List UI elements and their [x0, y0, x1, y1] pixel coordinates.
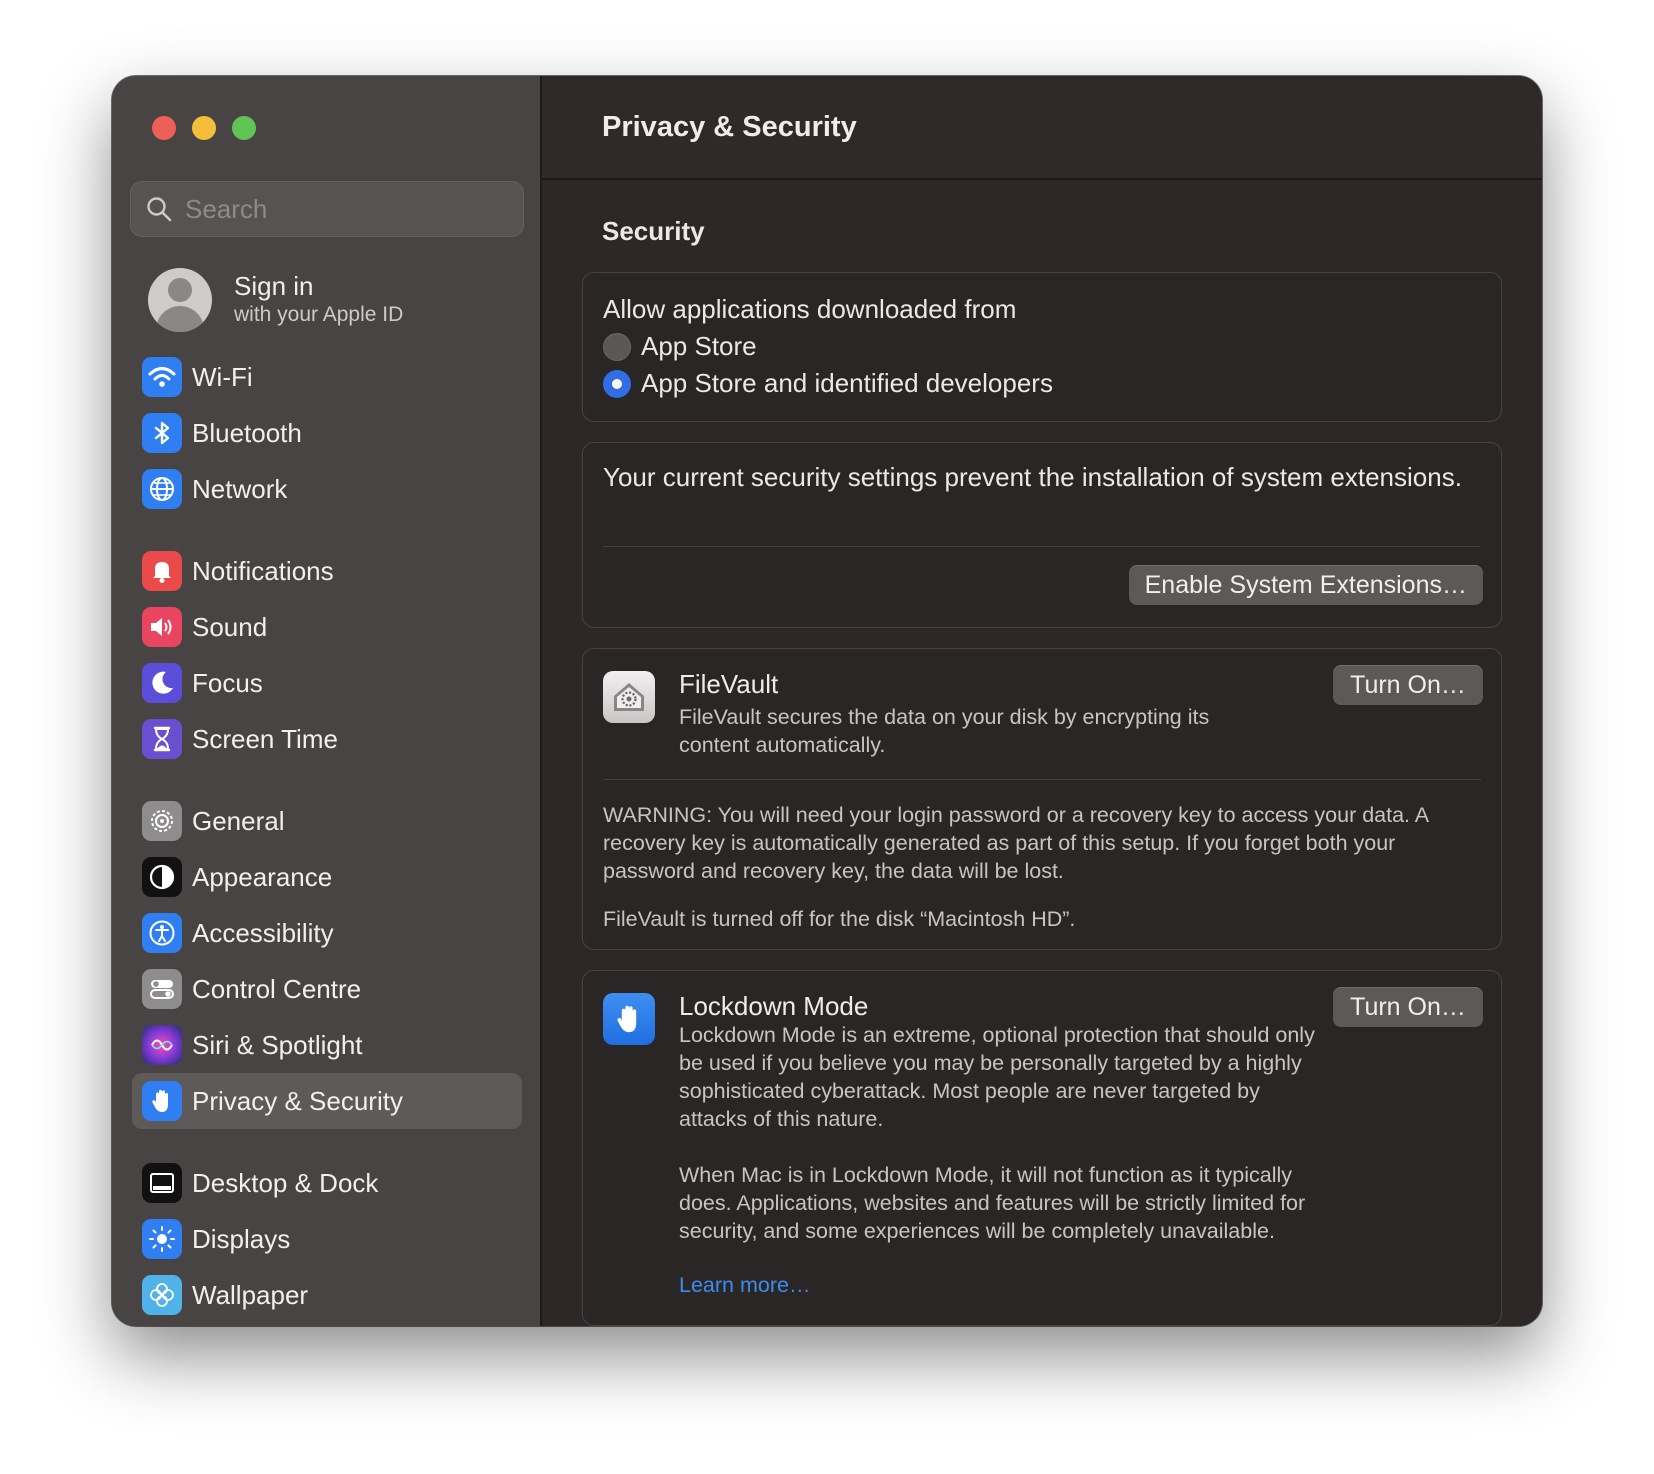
- dock-icon: [142, 1163, 182, 1203]
- sidebar-item-label: Privacy & Security: [192, 1085, 403, 1116]
- minimize-window-button[interactable]: [192, 116, 216, 140]
- sidebar-item-siri-spotlight[interactable]: Siri & Spotlight: [132, 1017, 522, 1073]
- radio-label: App Store: [641, 331, 757, 361]
- filevault-status: FileVault is turned off for the disk “Ma…: [603, 907, 1076, 931]
- system-extensions-card: Your current security settings prevent t…: [582, 442, 1502, 628]
- sidebar: Sign in with your Apple ID Wi-Fi Bluetoo…: [112, 76, 542, 1326]
- filevault-title: FileVault: [679, 669, 779, 699]
- lockdown-turn-on-button[interactable]: Turn On…: [1333, 987, 1483, 1027]
- sidebar-item-label: Wi-Fi: [192, 361, 253, 392]
- learn-more-link[interactable]: Learn more…: [679, 1273, 810, 1298]
- moon-icon: [142, 663, 182, 703]
- sidebar-item-label: Notifications: [192, 555, 334, 586]
- sidebar-item-network[interactable]: Network: [132, 461, 522, 517]
- hand-icon: [142, 1081, 182, 1121]
- enable-system-extensions-button[interactable]: Enable System Extensions…: [1128, 565, 1483, 605]
- sun-icon: [142, 1219, 182, 1259]
- sidebar-item-label: Control Centre: [192, 973, 362, 1004]
- apple-id-signin[interactable]: Sign in with your Apple ID: [148, 268, 403, 332]
- sidebar-item-label: Siri & Spotlight: [192, 1029, 363, 1060]
- hourglass-icon: [142, 719, 182, 759]
- divider: [603, 546, 1481, 547]
- lockdown-mode-description: Lockdown Mode is an extreme, optional pr…: [679, 1023, 1315, 1131]
- bluetooth-icon: [142, 413, 182, 453]
- radio-option-app-store[interactable]: App Store: [603, 331, 1481, 362]
- toolbar: Privacy & Security: [542, 76, 1542, 180]
- settings-window: Sign in with your Apple ID Wi-Fi Bluetoo…: [112, 76, 1542, 1326]
- signin-title: Sign in: [234, 271, 314, 301]
- filevault-card: FileVault FileVault secures the data on …: [582, 648, 1502, 950]
- sidebar-item-label: Network: [192, 473, 288, 504]
- appearance-icon: [142, 857, 182, 897]
- allow-apps-title: Allow applications downloaded from: [603, 294, 1017, 324]
- page-title: Privacy & Security: [602, 110, 857, 143]
- sidebar-item-control-centre[interactable]: Control Centre: [132, 961, 522, 1017]
- sidebar-item-displays[interactable]: Displays: [132, 1211, 522, 1267]
- toggles-icon: [142, 969, 182, 1009]
- flower-icon: [142, 1275, 182, 1315]
- sidebar-item-label: General: [192, 805, 285, 836]
- sidebar-item-wifi[interactable]: Wi-Fi: [132, 349, 522, 405]
- radio-button[interactable]: [603, 332, 631, 361]
- filevault-icon: [603, 671, 655, 723]
- system-extensions-message: Your current security settings prevent t…: [603, 462, 1462, 492]
- filevault-description: FileVault secures the data on your disk …: [679, 705, 1210, 757]
- accessibility-icon: [142, 913, 182, 953]
- search-icon: [147, 197, 172, 222]
- signin-subtitle: with your Apple ID: [234, 303, 404, 326]
- sidebar-item-label: Displays: [192, 1223, 291, 1254]
- close-window-button[interactable]: [152, 116, 176, 140]
- siri-icon: [142, 1025, 182, 1065]
- hand-icon: [603, 993, 655, 1045]
- radio-option-identified-developers[interactable]: App Store and identified developers: [603, 368, 1481, 399]
- sidebar-item-label: Bluetooth: [192, 417, 302, 448]
- lockdown-mode-card: Lockdown Mode Lockdown Mode is an extrem…: [582, 970, 1502, 1326]
- content-area: Security Allow applications downloaded f…: [582, 182, 1502, 1326]
- sidebar-item-notifications[interactable]: Notifications: [132, 543, 522, 599]
- sidebar-item-privacy-security[interactable]: Privacy & Security: [132, 1073, 522, 1129]
- globe-icon: [142, 469, 182, 509]
- search-input[interactable]: [185, 193, 505, 225]
- sidebar-item-label: Focus: [192, 667, 263, 698]
- bell-icon: [142, 551, 182, 591]
- sidebar-item-label: Accessibility: [192, 917, 334, 948]
- sidebar-item-appearance[interactable]: Appearance: [132, 849, 522, 905]
- radio-button-selected[interactable]: [603, 369, 631, 398]
- sidebar-item-label: Sound: [192, 611, 268, 642]
- zoom-window-button[interactable]: [232, 116, 256, 140]
- speaker-icon: [142, 607, 182, 647]
- sidebar-item-desktop-dock[interactable]: Desktop & Dock: [132, 1155, 522, 1211]
- sidebar-item-general[interactable]: General: [132, 793, 522, 849]
- radio-label: App Store and identified developers: [641, 368, 1053, 398]
- avatar: [148, 268, 212, 332]
- sidebar-item-label: Appearance: [192, 861, 333, 892]
- lockdown-mode-description-2: When Mac is in Lockdown Mode, it will no…: [679, 1163, 1306, 1243]
- sidebar-item-bluetooth[interactable]: Bluetooth: [132, 405, 522, 461]
- filevault-turn-on-button[interactable]: Turn On…: [1333, 665, 1483, 705]
- sidebar-item-label: Screen Time: [192, 723, 338, 754]
- section-title: Security: [602, 216, 705, 246]
- traffic-lights: [152, 116, 256, 140]
- gear-icon: [142, 801, 182, 841]
- main-pane: Privacy & Security Security Allow applic…: [542, 76, 1542, 1326]
- sidebar-item-wallpaper[interactable]: Wallpaper: [132, 1267, 522, 1323]
- search-field[interactable]: [130, 181, 524, 237]
- sidebar-item-label: Desktop & Dock: [192, 1167, 379, 1198]
- lockdown-mode-title: Lockdown Mode: [679, 991, 869, 1021]
- filevault-warning: WARNING: You will need your login passwo…: [603, 803, 1428, 883]
- wifi-icon: [142, 357, 182, 397]
- sidebar-item-label: Wallpaper: [192, 1279, 309, 1310]
- sidebar-item-sound[interactable]: Sound: [132, 599, 522, 655]
- sidebar-item-accessibility[interactable]: Accessibility: [132, 905, 522, 961]
- divider: [603, 779, 1481, 780]
- sidebar-item-focus[interactable]: Focus: [132, 655, 522, 711]
- sidebar-item-screen-time[interactable]: Screen Time: [132, 711, 522, 767]
- allow-apps-card: Allow applications downloaded from App S…: [582, 272, 1502, 422]
